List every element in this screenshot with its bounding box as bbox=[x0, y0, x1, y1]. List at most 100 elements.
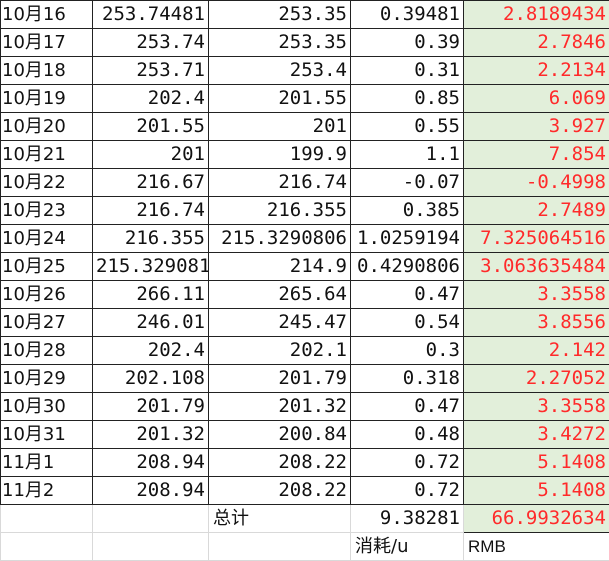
rmb-cell[interactable]: 2.7489 bbox=[464, 197, 609, 225]
rmb-cell[interactable]: 2.27052 bbox=[464, 365, 609, 393]
consumption-cell[interactable]: 0.385 bbox=[351, 197, 464, 225]
value-a-cell[interactable]: 201.55 bbox=[93, 113, 209, 141]
value-b-cell[interactable]: 201.32 bbox=[209, 393, 351, 421]
empty-cell[interactable] bbox=[209, 533, 351, 561]
value-a-cell[interactable]: 253.71 bbox=[93, 57, 209, 85]
value-a-cell[interactable]: 216.74 bbox=[93, 197, 209, 225]
rmb-cell[interactable]: 3.063635484 bbox=[464, 253, 609, 281]
total-rmb-cell[interactable]: 66.9932634 bbox=[464, 505, 609, 533]
date-cell[interactable]: 10月20 bbox=[1, 113, 93, 141]
unit-label[interactable]: 消耗/u bbox=[351, 533, 464, 561]
value-a-cell[interactable]: 246.01 bbox=[93, 309, 209, 337]
consumption-cell[interactable]: 0.39 bbox=[351, 29, 464, 57]
date-cell[interactable]: 10月16 bbox=[1, 1, 93, 29]
value-a-cell[interactable]: 266.11 bbox=[93, 281, 209, 309]
consumption-cell[interactable]: 1.1 bbox=[351, 141, 464, 169]
empty-cell[interactable] bbox=[1, 505, 93, 533]
rmb-cell[interactable]: 5.1408 bbox=[464, 477, 609, 505]
consumption-cell[interactable]: 0.72 bbox=[351, 477, 464, 505]
value-b-cell[interactable]: 202.1 bbox=[209, 337, 351, 365]
value-a-cell[interactable]: 202.108 bbox=[93, 365, 209, 393]
value-a-cell[interactable]: 215.329081 bbox=[93, 253, 209, 281]
value-b-cell[interactable]: 201.79 bbox=[209, 365, 351, 393]
rmb-cell[interactable]: 7.854 bbox=[464, 141, 609, 169]
date-cell[interactable]: 10月24 bbox=[1, 225, 93, 253]
value-b-cell[interactable]: 245.47 bbox=[209, 309, 351, 337]
rmb-cell[interactable]: 2.8189434 bbox=[464, 1, 609, 29]
rmb-cell[interactable]: 3.4272 bbox=[464, 421, 609, 449]
consumption-cell[interactable]: 0.3 bbox=[351, 337, 464, 365]
value-b-cell[interactable]: 215.3290806 bbox=[209, 225, 351, 253]
value-b-cell[interactable]: 253.4 bbox=[209, 57, 351, 85]
rmb-label[interactable]: RMB bbox=[464, 533, 609, 561]
date-cell[interactable]: 10月22 bbox=[1, 169, 93, 197]
rmb-cell[interactable]: 5.1408 bbox=[464, 449, 609, 477]
consumption-cell[interactable]: 0.4290806 bbox=[351, 253, 464, 281]
value-a-cell[interactable]: 253.74 bbox=[93, 29, 209, 57]
consumption-cell[interactable]: -0.07 bbox=[351, 169, 464, 197]
consumption-cell[interactable]: 0.318 bbox=[351, 365, 464, 393]
value-b-cell[interactable]: 208.22 bbox=[209, 477, 351, 505]
date-cell[interactable]: 10月19 bbox=[1, 85, 93, 113]
value-b-cell[interactable]: 253.35 bbox=[209, 29, 351, 57]
date-cell[interactable]: 11月2 bbox=[1, 477, 93, 505]
value-a-cell[interactable]: 202.4 bbox=[93, 337, 209, 365]
rmb-cell[interactable]: 3.3558 bbox=[464, 393, 609, 421]
value-b-cell[interactable]: 200.84 bbox=[209, 421, 351, 449]
value-a-cell[interactable]: 208.94 bbox=[93, 449, 209, 477]
total-label[interactable]: 总计 bbox=[209, 505, 351, 533]
consumption-cell[interactable]: 0.54 bbox=[351, 309, 464, 337]
date-cell[interactable]: 10月31 bbox=[1, 421, 93, 449]
value-b-cell[interactable]: 216.355 bbox=[209, 197, 351, 225]
value-a-cell[interactable]: 201.32 bbox=[93, 421, 209, 449]
consumption-cell[interactable]: 0.39481 bbox=[351, 1, 464, 29]
value-b-cell[interactable]: 253.35 bbox=[209, 1, 351, 29]
rmb-cell[interactable]: 7.325064516 bbox=[464, 225, 609, 253]
value-b-cell[interactable]: 201 bbox=[209, 113, 351, 141]
value-b-cell[interactable]: 214.9 bbox=[209, 253, 351, 281]
rmb-cell[interactable]: 2.2134 bbox=[464, 57, 609, 85]
value-a-cell[interactable]: 202.4 bbox=[93, 85, 209, 113]
rmb-cell[interactable]: -0.4998 bbox=[464, 169, 609, 197]
date-cell[interactable]: 10月26 bbox=[1, 281, 93, 309]
value-b-cell[interactable]: 208.22 bbox=[209, 449, 351, 477]
date-cell[interactable]: 11月1 bbox=[1, 449, 93, 477]
consumption-cell[interactable]: 0.55 bbox=[351, 113, 464, 141]
date-cell[interactable]: 10月29 bbox=[1, 365, 93, 393]
value-a-cell[interactable]: 253.74481 bbox=[93, 1, 209, 29]
value-b-cell[interactable]: 201.55 bbox=[209, 85, 351, 113]
consumption-cell[interactable]: 0.31 bbox=[351, 57, 464, 85]
date-cell[interactable]: 10月28 bbox=[1, 337, 93, 365]
consumption-cell[interactable]: 1.0259194 bbox=[351, 225, 464, 253]
value-b-cell[interactable]: 199.9 bbox=[209, 141, 351, 169]
consumption-cell[interactable]: 0.85 bbox=[351, 85, 464, 113]
date-cell[interactable]: 10月17 bbox=[1, 29, 93, 57]
date-cell[interactable]: 10月30 bbox=[1, 393, 93, 421]
value-a-cell[interactable]: 201 bbox=[93, 141, 209, 169]
consumption-cell[interactable]: 0.72 bbox=[351, 449, 464, 477]
value-b-cell[interactable]: 265.64 bbox=[209, 281, 351, 309]
rmb-cell[interactable]: 2.142 bbox=[464, 337, 609, 365]
consumption-cell[interactable]: 0.48 bbox=[351, 421, 464, 449]
value-a-cell[interactable]: 216.67 bbox=[93, 169, 209, 197]
rmb-cell[interactable]: 3.3558 bbox=[464, 281, 609, 309]
date-cell[interactable]: 10月18 bbox=[1, 57, 93, 85]
date-cell[interactable]: 10月21 bbox=[1, 141, 93, 169]
date-cell[interactable]: 10月25 bbox=[1, 253, 93, 281]
rmb-cell[interactable]: 6.069 bbox=[464, 85, 609, 113]
rmb-cell[interactable]: 2.7846 bbox=[464, 29, 609, 57]
empty-cell[interactable] bbox=[93, 533, 209, 561]
date-cell[interactable]: 10月27 bbox=[1, 309, 93, 337]
consumption-cell[interactable]: 0.47 bbox=[351, 281, 464, 309]
value-a-cell[interactable]: 208.94 bbox=[93, 477, 209, 505]
rmb-cell[interactable]: 3.927 bbox=[464, 113, 609, 141]
empty-cell[interactable] bbox=[1, 533, 93, 561]
value-b-cell[interactable]: 216.74 bbox=[209, 169, 351, 197]
rmb-cell[interactable]: 3.8556 bbox=[464, 309, 609, 337]
value-a-cell[interactable]: 216.355 bbox=[93, 225, 209, 253]
total-consumption-cell[interactable]: 9.38281 bbox=[351, 505, 464, 533]
consumption-cell[interactable]: 0.47 bbox=[351, 393, 464, 421]
empty-cell[interactable] bbox=[93, 505, 209, 533]
value-a-cell[interactable]: 201.79 bbox=[93, 393, 209, 421]
date-cell[interactable]: 10月23 bbox=[1, 197, 93, 225]
